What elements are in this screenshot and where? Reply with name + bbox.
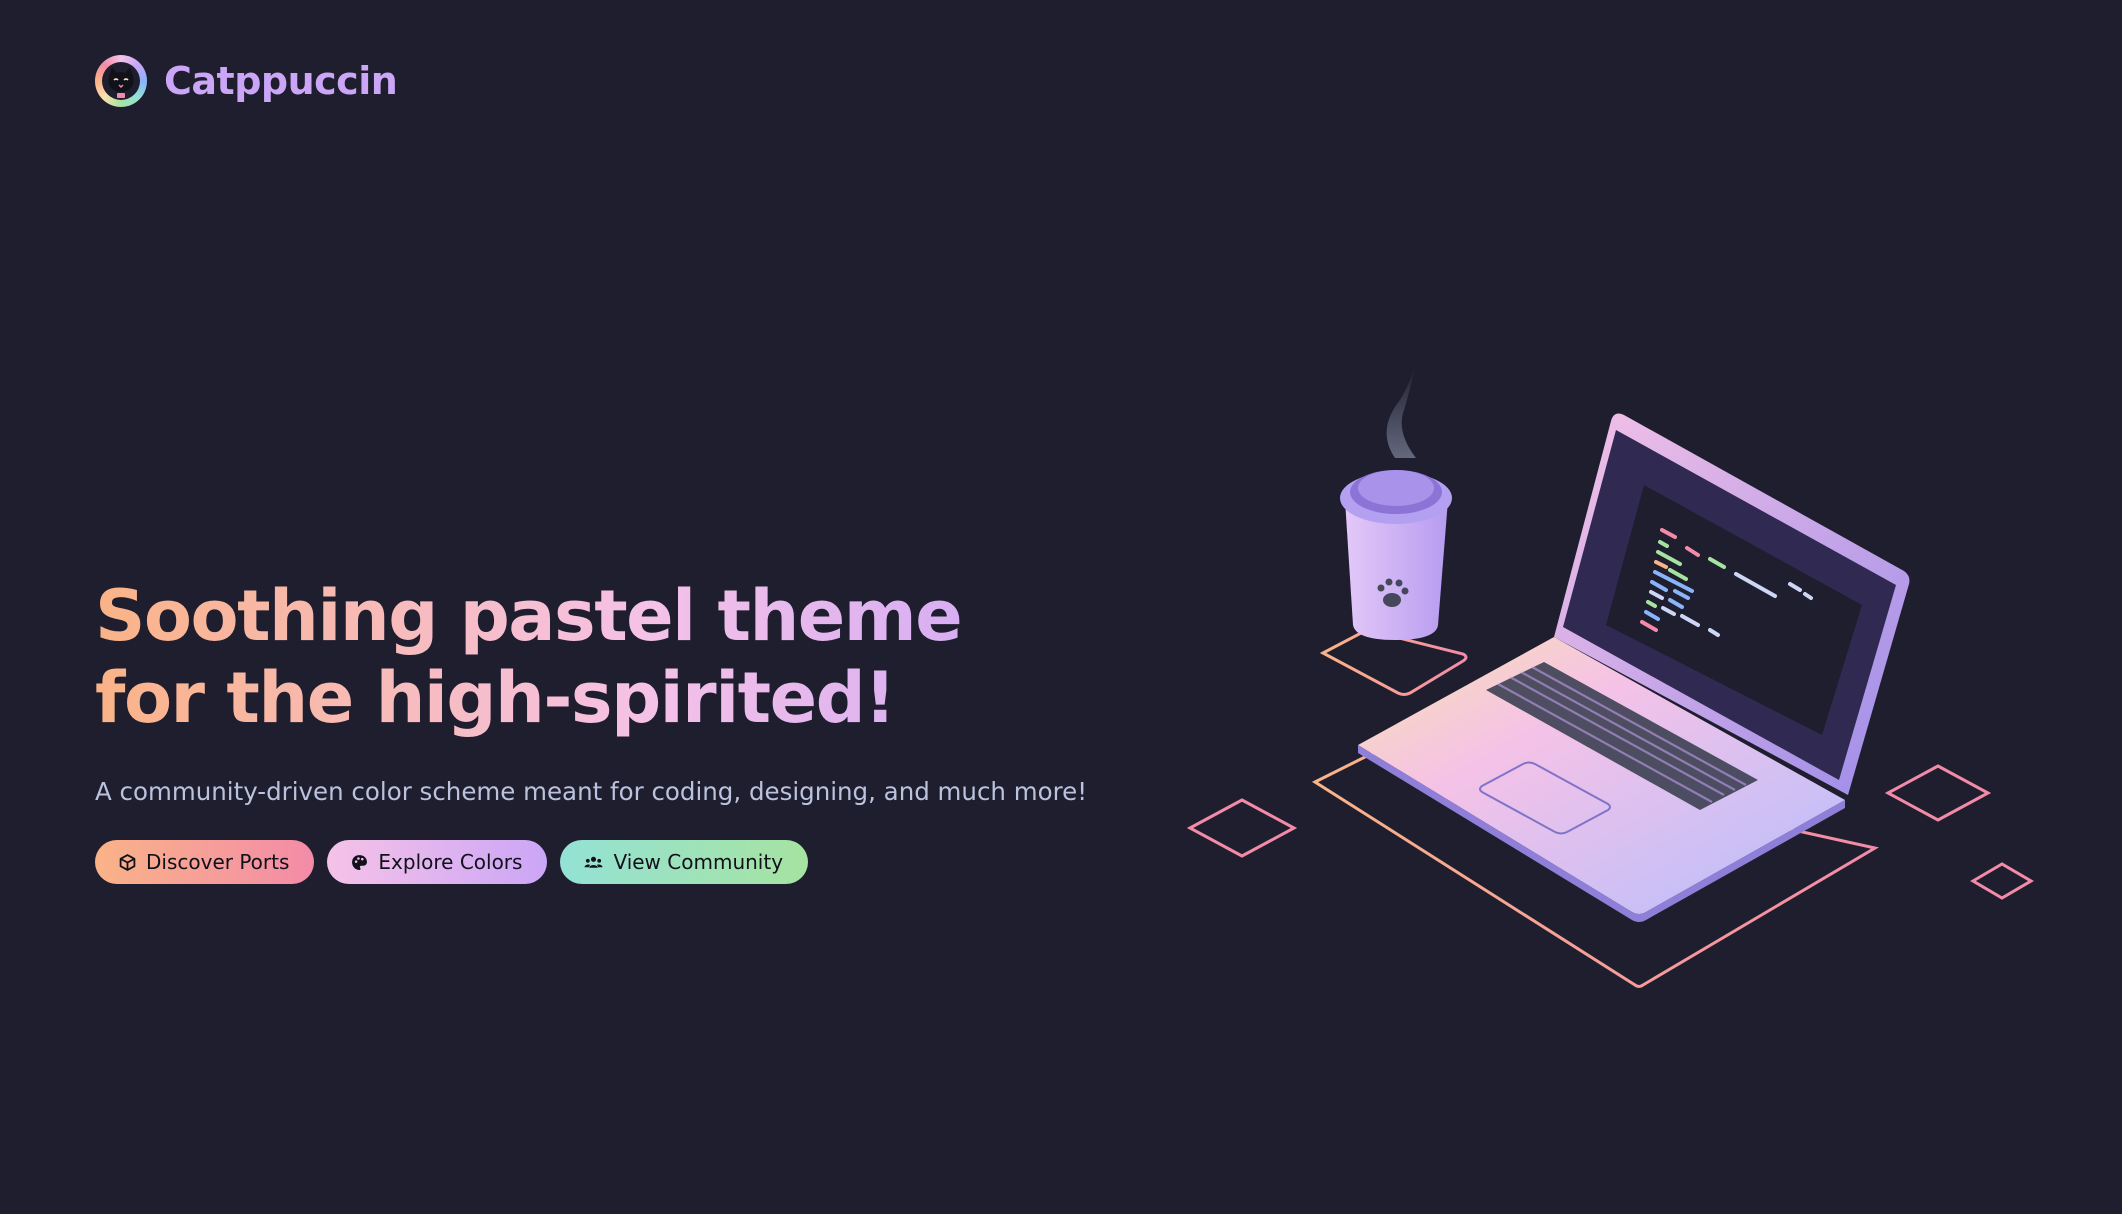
illustration-svg: [1186, 362, 2034, 988]
cube-icon: [119, 853, 136, 871]
hero-title-line-2: for the high-spirited!: [95, 657, 895, 739]
explore-colors-button[interactable]: Explore Colors: [327, 840, 548, 884]
diamond-outline-small: [1970, 862, 2034, 900]
explore-colors-label: Explore Colors: [378, 850, 523, 874]
steam: [1386, 362, 1416, 458]
diamond-outline-left: [1186, 798, 1298, 858]
brand-home-link[interactable]: Catppuccin: [95, 55, 398, 107]
cat-logo-icon: [95, 55, 147, 107]
discover-ports-label: Discover Ports: [146, 850, 290, 874]
palette-icon: [351, 854, 368, 871]
view-community-label: View Community: [613, 850, 784, 874]
diamond-outline-right: [1884, 764, 1992, 822]
hero-section: Soothing pastel theme for the high-spiri…: [95, 575, 1095, 884]
coaster-outline: [1319, 629, 1468, 696]
people-icon: [584, 854, 603, 871]
page: Catppuccin Soothing pastel theme for the…: [0, 0, 2122, 1214]
view-community-button[interactable]: View Community: [560, 840, 809, 884]
brand-name: Catppuccin: [164, 59, 398, 103]
coffee-cup-lid-top: [1358, 470, 1434, 506]
cta-button-group: Discover Ports Explore Colors View Commu…: [95, 840, 1095, 884]
laptop-and-coffee-illustration: [1180, 350, 2060, 1000]
hero-title: Soothing pastel theme for the high-spiri…: [95, 575, 1095, 739]
discover-ports-button[interactable]: Discover Ports: [95, 840, 315, 884]
hero-subtitle: A community-driven color scheme meant fo…: [95, 777, 1088, 806]
hero-title-line-1: Soothing pastel theme: [95, 575, 962, 657]
